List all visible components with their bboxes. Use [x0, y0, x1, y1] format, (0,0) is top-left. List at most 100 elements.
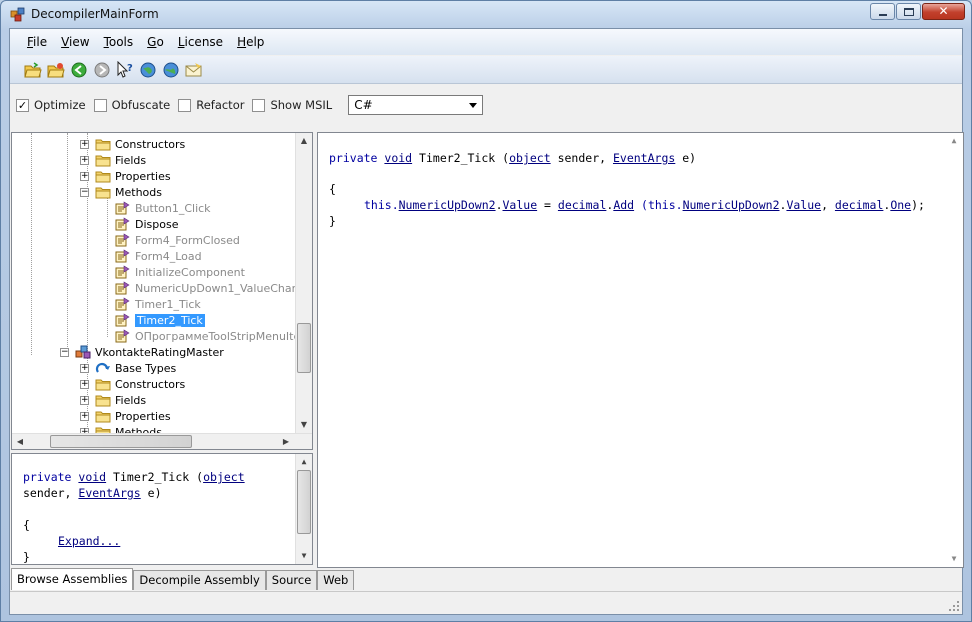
class-icon: [75, 345, 91, 359]
tree-item[interactable]: ОПрограммеToolStripMenuItem_: [100, 328, 312, 344]
code-link[interactable]: void: [384, 151, 412, 165]
menu-help[interactable]: Help: [230, 35, 271, 49]
tree-item[interactable]: Timer2_Tick: [100, 312, 205, 328]
expand-icon[interactable]: +: [80, 411, 89, 421]
forward-button[interactable]: [91, 59, 113, 81]
expand-icon[interactable]: +: [80, 379, 89, 389]
show-msil-checkbox-box[interactable]: [252, 98, 266, 112]
close-button[interactable]: ✕: [922, 3, 965, 20]
code-link[interactable]: Value: [786, 198, 821, 212]
tree-item[interactable]: + Constructors: [80, 376, 185, 392]
preview-vscroll-thumb[interactable]: [297, 470, 311, 534]
tree-item[interactable]: + Constructors: [80, 136, 185, 152]
menu-help-label: elp: [246, 35, 265, 49]
show-msil-checkbox[interactable]: Show MSIL: [252, 98, 332, 112]
code-preview[interactable]: private void Timer2_Tick (object sender,…: [11, 453, 313, 565]
code-link[interactable]: decimal: [835, 198, 883, 212]
optimize-label: Optimize: [34, 98, 86, 112]
back-button[interactable]: [68, 59, 90, 81]
optimize-checkbox-box[interactable]: ✓: [16, 98, 29, 112]
code-keyword: this.: [364, 198, 399, 212]
scroll-up-icon[interactable]: ▲: [296, 133, 312, 149]
refactor-checkbox-box[interactable]: [178, 98, 192, 112]
tree-item[interactable]: Timer1_Tick: [100, 296, 201, 312]
code-keyword: private: [23, 470, 72, 484]
preview-vertical-scrollbar[interactable]: ▲ ▼: [295, 454, 312, 564]
tree-vscroll-thumb[interactable]: [297, 323, 311, 373]
language-select[interactable]: C#: [348, 95, 484, 115]
tree-item[interactable]: + Fields: [80, 392, 146, 408]
expand-link[interactable]: Expand...: [58, 534, 120, 548]
optimize-checkbox[interactable]: ✓ Optimize: [16, 98, 86, 112]
tree-item[interactable]: InitializeComponent: [100, 264, 245, 280]
title-bar[interactable]: DecompilerMainForm ✕: [1, 1, 971, 28]
tab-source[interactable]: Source: [265, 570, 318, 590]
code-link[interactable]: object: [203, 470, 245, 484]
scroll-up-icon[interactable]: ▲: [296, 454, 312, 470]
menu-go[interactable]: Go: [140, 35, 171, 49]
tree-item[interactable]: − Methods: [80, 184, 162, 200]
refactor-checkbox[interactable]: Refactor: [178, 98, 244, 112]
tab-decompile-assembly[interactable]: Decompile Assembly: [133, 570, 266, 590]
minimize-icon: [879, 14, 887, 16]
collapse-icon[interactable]: −: [60, 347, 69, 357]
scroll-right-icon[interactable]: ▶: [278, 434, 294, 449]
scroll-left-icon[interactable]: ◀: [12, 434, 28, 449]
method-icon: [115, 281, 130, 295]
scroll-up-icon[interactable]: ▲: [946, 133, 962, 149]
main-window: DecompilerMainForm ✕ File View Tools Go …: [0, 0, 972, 622]
tree-item[interactable]: + Base Types: [80, 360, 176, 376]
tab-web[interactable]: Web: [317, 570, 355, 590]
web-back-button[interactable]: [137, 59, 159, 81]
assembly-tree[interactable]: + Constructors + Fields + Properties − Methods B…: [11, 132, 313, 450]
scroll-down-icon[interactable]: ▼: [946, 551, 962, 567]
menu-view[interactable]: View: [54, 35, 96, 49]
tree-horizontal-scrollbar[interactable]: ◀ ▶: [12, 433, 312, 449]
tree-item[interactable]: − VkontakteRatingMaster: [60, 344, 224, 360]
tree-hscroll-thumb[interactable]: [50, 435, 192, 448]
code-link[interactable]: decimal: [558, 198, 606, 212]
code-link[interactable]: Add: [613, 198, 634, 212]
scroll-down-icon[interactable]: ▼: [296, 417, 312, 433]
code-link[interactable]: void: [78, 470, 106, 484]
web-forward-button[interactable]: [160, 59, 182, 81]
obfuscate-checkbox[interactable]: Obfuscate: [93, 98, 170, 112]
tree-item[interactable]: Form4_FormClosed: [100, 232, 240, 248]
tree-item[interactable]: NumericUpDown1_ValueChanged: [100, 280, 312, 296]
open-recent-button[interactable]: [45, 59, 67, 81]
code-view[interactable]: private void Timer2_Tick (object sender,…: [317, 132, 964, 568]
tree-item[interactable]: Dispose: [100, 216, 178, 232]
menu-file[interactable]: File: [20, 35, 54, 49]
menu-license[interactable]: License: [171, 35, 230, 49]
maximize-button[interactable]: [896, 3, 921, 20]
code-vertical-scrollbar[interactable]: ▲ ▼: [946, 133, 963, 567]
tree-item[interactable]: + Fields: [80, 152, 146, 168]
tree-item[interactable]: + Properties: [80, 168, 171, 184]
open-button[interactable]: [22, 59, 44, 81]
obfuscate-checkbox-box[interactable]: [93, 98, 107, 112]
code-link[interactable]: EventArgs: [78, 486, 140, 500]
code-link[interactable]: Value: [503, 198, 538, 212]
code-link[interactable]: EventArgs: [613, 151, 675, 165]
tree-item[interactable]: Form4_Load: [100, 248, 202, 264]
code-link[interactable]: One: [890, 198, 911, 212]
expand-icon[interactable]: +: [80, 171, 89, 181]
tree-item[interactable]: + Properties: [80, 408, 171, 424]
resize-grip-icon[interactable]: [948, 600, 960, 612]
code-link[interactable]: NumericUpDown2: [399, 198, 496, 212]
expand-icon[interactable]: +: [80, 395, 89, 405]
tree-item[interactable]: Button1_Click: [100, 200, 211, 216]
expand-icon[interactable]: +: [80, 363, 89, 373]
minimize-button[interactable]: [870, 3, 895, 20]
expand-icon[interactable]: +: [80, 155, 89, 165]
tree-vertical-scrollbar[interactable]: ▲ ▼: [295, 133, 312, 433]
whats-this-button[interactable]: ?: [114, 59, 136, 81]
expand-icon[interactable]: +: [80, 139, 89, 149]
email-button[interactable]: [183, 59, 205, 81]
tab-browse-assemblies[interactable]: Browse Assemblies: [11, 568, 134, 590]
collapse-icon[interactable]: −: [80, 187, 89, 197]
menu-tools[interactable]: Tools: [97, 35, 141, 49]
scroll-down-icon[interactable]: ▼: [296, 548, 312, 564]
code-link[interactable]: object: [509, 151, 551, 165]
code-link[interactable]: NumericUpDown2: [683, 198, 780, 212]
